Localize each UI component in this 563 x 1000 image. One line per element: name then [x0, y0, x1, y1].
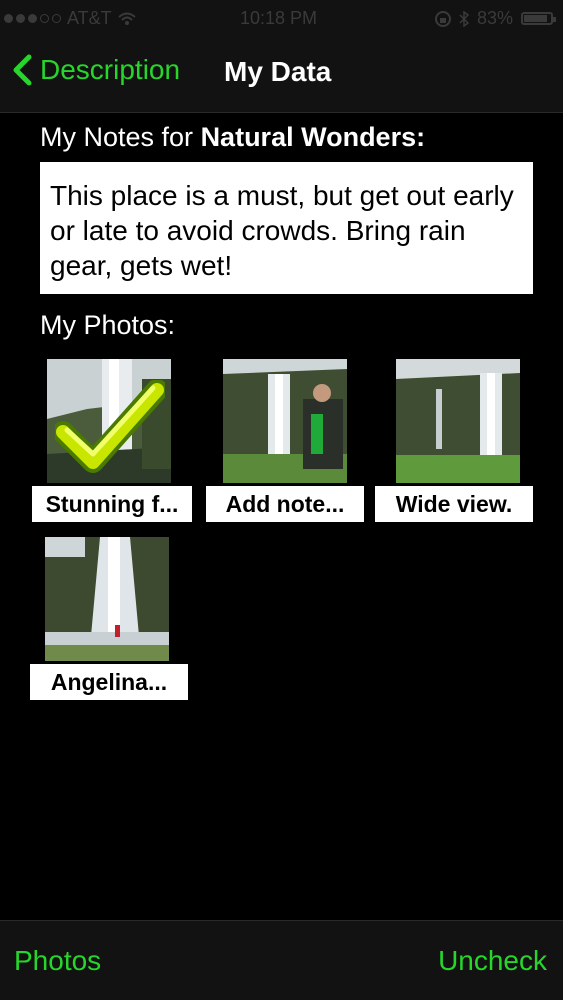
bluetooth-icon: [459, 10, 469, 27]
photo-label[interactable]: Angelina...: [30, 664, 188, 700]
photo-thumbnail[interactable]: [45, 537, 169, 661]
photo-label[interactable]: Add note...: [206, 486, 364, 522]
photo-thumbnail[interactable]: [396, 359, 520, 483]
photo-label[interactable]: Wide view.: [375, 486, 533, 522]
signal-strength-icon: [4, 14, 61, 23]
battery-icon: [521, 12, 556, 25]
checkmark-icon: [55, 380, 165, 473]
back-button-label: Description: [40, 54, 181, 85]
wifi-icon: [118, 12, 136, 25]
status-right-group: 83%: [434, 8, 556, 29]
back-button[interactable]: Description: [12, 54, 180, 86]
photo-thumbnail[interactable]: [223, 359, 347, 483]
lock-rotation-icon: [434, 10, 451, 27]
notes-heading-prefix: My Notes for: [40, 122, 194, 152]
page-title: My Data: [224, 56, 332, 87]
notes-text-field[interactable]: This place is a must, but get out early …: [40, 162, 533, 294]
notes-heading: My Notes for Natural Wonders:: [40, 122, 425, 153]
notes-heading-place: Natural Wonders:: [200, 122, 426, 152]
photos-button[interactable]: Photos: [14, 945, 101, 977]
photo-label[interactable]: Stunning f...: [32, 486, 192, 522]
status-time: 10:18 PM: [240, 8, 318, 28]
carrier-name: AT&T: [67, 8, 112, 28]
screen: AT&T 10:18 PM 83% Description My Data My…: [0, 0, 563, 1000]
navigation-bar: Description My Data: [0, 36, 563, 113]
battery-percent: 83%: [476, 8, 513, 28]
status-bar: AT&T 10:18 PM 83%: [0, 0, 563, 36]
uncheck-button[interactable]: Uncheck: [438, 945, 547, 977]
chevron-left-icon: [13, 54, 32, 86]
carrier-group: AT&T: [4, 8, 136, 29]
photos-heading: My Photos:: [40, 310, 176, 340]
bottom-toolbar: Photos Uncheck: [0, 920, 563, 1000]
